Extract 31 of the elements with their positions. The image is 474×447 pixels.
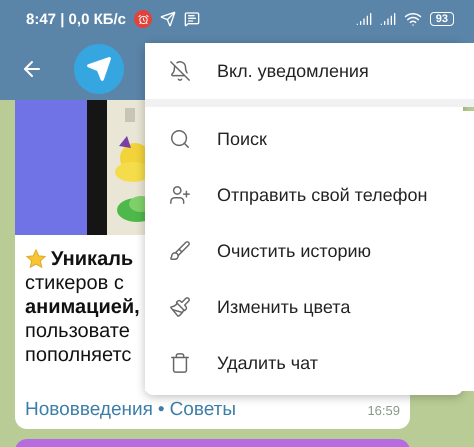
menu-item[interactable]: Очистить историю — [145, 223, 474, 279]
menu-item[interactable]: Удалить чат — [145, 335, 474, 391]
message-time: 16:59 — [367, 402, 400, 418]
message-icon — [184, 11, 200, 27]
hashtag-link[interactable]: Нововведения — [25, 399, 153, 421]
message-line: пользовате — [25, 319, 130, 343]
battery-icon: 93 — [430, 12, 454, 26]
user-plus-icon — [169, 184, 191, 206]
signal-icon — [356, 11, 372, 27]
hashtag-link[interactable]: Советы — [170, 399, 236, 421]
signal-icon — [380, 11, 396, 27]
menu-item[interactable]: Изменить цвета — [145, 279, 474, 335]
search-icon — [169, 128, 191, 150]
status-time: 8:47 | 0,0 КБ/с — [26, 10, 126, 28]
menu-item[interactable]: Вкл. уведомления — [145, 43, 474, 107]
tag-separator: • — [158, 399, 165, 421]
message-line: Уникаль — [25, 247, 134, 271]
star-icon — [25, 248, 47, 270]
brush-icon — [169, 240, 191, 262]
message-line: анимацией, — [25, 295, 140, 319]
avatar[interactable] — [74, 44, 124, 94]
bell-off-icon — [169, 60, 191, 82]
menu-item[interactable]: Поиск — [145, 111, 474, 167]
message-line: пополняетс — [25, 343, 132, 367]
trash-icon — [169, 352, 191, 374]
menu-item[interactable]: Отправить свой телефон — [145, 167, 474, 223]
wifi-icon — [404, 10, 422, 28]
alarm-icon — [134, 10, 152, 28]
message-line: стикеров с — [25, 271, 124, 295]
paper-plane-icon — [160, 11, 176, 27]
paintbrush-icon — [169, 296, 191, 318]
